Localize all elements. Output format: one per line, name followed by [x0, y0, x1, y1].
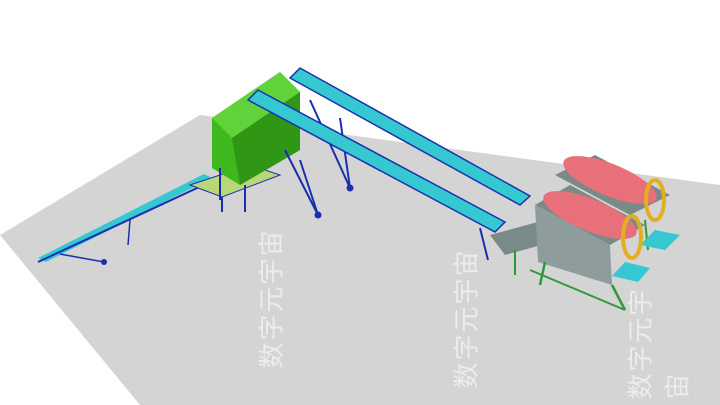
industrial-plant-render	[0, 67, 720, 405]
